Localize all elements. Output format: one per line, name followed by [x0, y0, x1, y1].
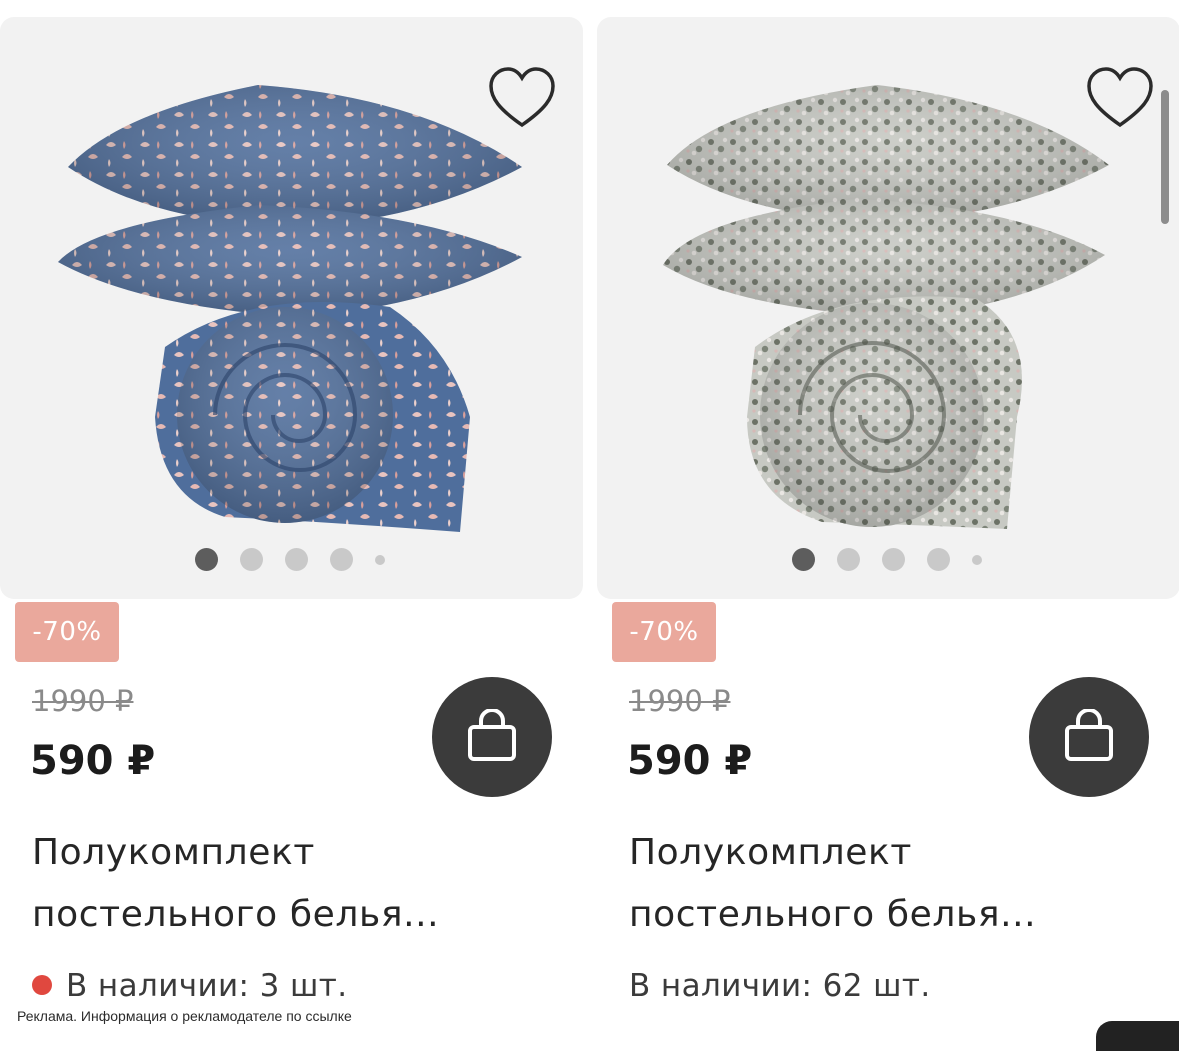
favorite-button[interactable] [487, 65, 557, 131]
add-to-cart-button[interactable] [1029, 677, 1149, 797]
stock-text: В наличии: 3 шт. [66, 968, 348, 1004]
shopping-bag-icon [1065, 709, 1113, 761]
product-image[interactable] [0, 17, 583, 599]
product-title-line: Полукомплект [629, 832, 912, 873]
favorite-button[interactable] [1085, 65, 1155, 131]
gallery-dot-3[interactable] [285, 548, 308, 571]
gallery-dot-5[interactable] [375, 555, 385, 565]
current-price: 590 ₽ [30, 738, 156, 784]
gallery-dot-3[interactable] [882, 548, 905, 571]
gallery-pagination [597, 547, 1179, 573]
shopping-bag-icon [468, 709, 516, 761]
discount-badge: -70% [612, 602, 716, 662]
heart-outline-icon [489, 67, 555, 128]
low-stock-indicator [32, 974, 52, 995]
product-image[interactable] [597, 17, 1179, 599]
ad-disclosure-label[interactable]: Реклама. Информация о рекламодателе по с… [0, 1001, 362, 1031]
gallery-pagination [0, 547, 583, 573]
heart-outline-icon [1087, 67, 1153, 128]
old-price: 1990 ₽ [629, 684, 731, 718]
old-price: 1990 ₽ [32, 684, 134, 718]
product-card[interactable]: -70% 1990 ₽ 590 ₽ Полукомплект постельно… [0, 0, 583, 1039]
gallery-dot-2[interactable] [240, 548, 263, 571]
product-card[interactable]: -70% 1990 ₽ 590 ₽ Полукомплект постельно… [597, 0, 1179, 1039]
gallery-dot-2[interactable] [837, 548, 860, 571]
gallery-dot-4[interactable] [330, 548, 353, 571]
gallery-dot-1[interactable] [792, 548, 815, 571]
product-title-line: постельного белья... [629, 894, 1037, 935]
discount-badge: -70% [15, 602, 119, 662]
floating-widget-edge[interactable] [1096, 1021, 1179, 1051]
scrollbar[interactable] [1161, 90, 1169, 224]
gallery-dot-1[interactable] [195, 548, 218, 571]
gallery-dot-4[interactable] [927, 548, 950, 571]
current-price: 590 ₽ [627, 738, 753, 784]
product-title-line: постельного белья... [32, 894, 440, 935]
stock-status: В наличии: 62 шт. [629, 968, 931, 1004]
add-to-cart-button[interactable] [432, 677, 552, 797]
product-title[interactable]: Полукомплект постельного белья... [32, 822, 552, 946]
gallery-dot-5[interactable] [972, 555, 982, 565]
stock-status: В наличии: 3 шт. [32, 968, 348, 1004]
stock-text: В наличии: 62 шт. [629, 968, 931, 1004]
product-title-line: Полукомплект [32, 832, 315, 873]
product-title[interactable]: Полукомплект постельного белья... [629, 822, 1149, 946]
